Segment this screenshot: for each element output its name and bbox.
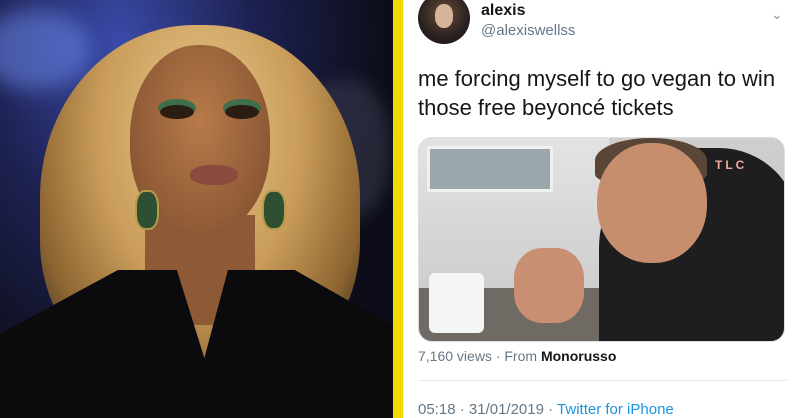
- video-meta: 7,160 views · From Monorusso: [418, 348, 616, 364]
- from-prefix: · From: [495, 348, 538, 364]
- person-hand: [514, 248, 584, 323]
- tlc-watermark: TLC: [715, 158, 748, 172]
- tweet-time[interactable]: 05:18: [418, 401, 456, 418]
- dot-separator: ·: [548, 401, 554, 418]
- left-eye: [160, 105, 194, 119]
- celebrity-photo: [0, 0, 393, 418]
- person-head: [597, 143, 707, 263]
- yellow-divider: [393, 0, 403, 418]
- background-light: [0, 10, 90, 90]
- dot-separator: ·: [459, 401, 465, 418]
- avatar-face: [435, 4, 453, 28]
- tweet-text: me forcing myself to go vegan to win tho…: [418, 66, 776, 120]
- right-eye: [225, 105, 259, 119]
- source-account[interactable]: Monorusso: [541, 348, 616, 364]
- lips: [190, 165, 238, 185]
- mirror: [427, 146, 553, 192]
- tweet-timestamp: 05:18 · 31/01/2019 · Twitter for iPhone: [418, 401, 674, 418]
- view-count: 7,160 views: [418, 348, 492, 364]
- left-earring: [135, 190, 159, 230]
- tweet-video[interactable]: TLC: [418, 137, 785, 342]
- right-earring: [262, 190, 286, 230]
- divider-line: [418, 380, 788, 381]
- user-name[interactable]: alexis: [481, 2, 525, 20]
- paper-towel: [429, 273, 484, 333]
- chevron-down-icon[interactable]: ⌄: [771, 6, 783, 23]
- tweet-card: alexis @alexiswellss ⌄ me forcing myself…: [403, 0, 800, 418]
- tweet-client[interactable]: Twitter for iPhone: [557, 401, 674, 418]
- tweet-date[interactable]: 31/01/2019: [469, 401, 544, 418]
- user-handle[interactable]: @alexiswellss: [481, 22, 575, 39]
- avatar[interactable]: [418, 0, 470, 44]
